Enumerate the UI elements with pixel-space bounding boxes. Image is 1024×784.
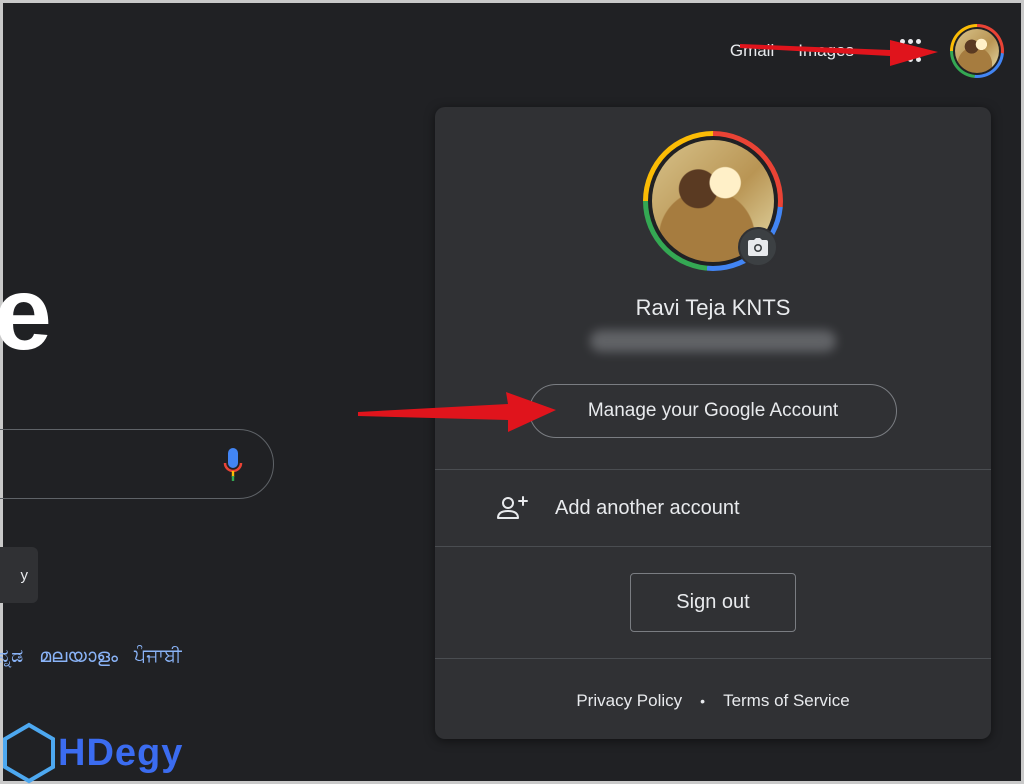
account-panel: Ravi Teja KNTS Manage your Google Accoun…	[435, 107, 991, 739]
account-avatar-button[interactable]	[950, 24, 1004, 78]
language-link-punjabi[interactable]: ਪੰਜਾਬੀ	[134, 646, 182, 668]
gmail-link[interactable]: Gmail	[730, 41, 774, 61]
manage-account-button[interactable]: Manage your Google Account	[529, 384, 897, 438]
panel-footer: Privacy Policy • Terms of Service	[435, 691, 991, 711]
language-link-kannada[interactable]: ನ್ನಡ	[0, 646, 23, 668]
add-person-icon	[497, 496, 528, 519]
search-button-fragment[interactable]: y	[0, 547, 38, 603]
change-photo-button[interactable]	[738, 227, 778, 267]
add-account-row[interactable]: Add another account	[435, 470, 991, 546]
search-box[interactable]	[0, 429, 274, 499]
watermark-text: HDegy	[58, 732, 184, 774]
google-logo-fragment: e	[0, 256, 52, 372]
camera-icon	[748, 238, 768, 256]
images-link[interactable]: Images	[798, 41, 854, 61]
avatar-photo	[955, 29, 999, 73]
add-account-label: Add another account	[555, 496, 740, 519]
account-email-blurred	[590, 330, 836, 352]
divider	[435, 546, 991, 547]
divider	[435, 658, 991, 659]
watermark: HDegy	[0, 722, 200, 784]
language-links: ನ್ನಡ മലയാളം ਪੰਜਾਬੀ	[0, 646, 182, 668]
top-bar: Gmail Images	[706, 24, 1004, 78]
footer-separator: •	[700, 693, 706, 709]
language-link-malayalam[interactable]: മലയാളം	[39, 646, 118, 668]
account-name: Ravi Teja KNTS	[635, 295, 791, 320]
terms-of-service-link[interactable]: Terms of Service	[723, 691, 850, 711]
hexagon-logo-icon	[3, 722, 55, 784]
sign-out-button[interactable]: Sign out	[630, 573, 796, 632]
search-button-label: y	[20, 566, 29, 584]
apps-grid-icon[interactable]	[900, 39, 924, 63]
privacy-policy-link[interactable]: Privacy Policy	[576, 691, 682, 711]
microphone-icon[interactable]	[223, 448, 243, 482]
